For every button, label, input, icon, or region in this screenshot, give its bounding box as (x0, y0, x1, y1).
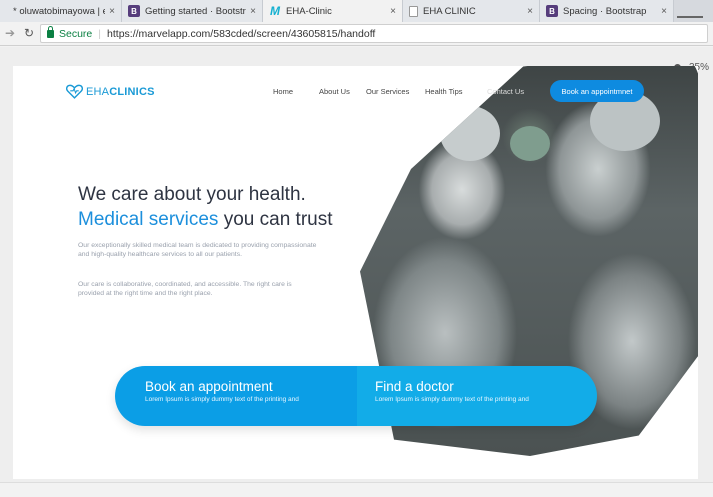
status-strip (0, 482, 713, 497)
find-doctor-card[interactable]: Find a doctor Lorem Ipsum is simply dumm… (357, 366, 597, 426)
close-icon[interactable]: × (109, 6, 115, 17)
headline-rest: you can trust (218, 209, 333, 230)
browser-tab-bar: * oluwatobimayowa | eHe × B Getting star… (0, 0, 713, 22)
find-doctor-subtitle: Lorem Ipsum is simply dummy text of the … (375, 396, 529, 403)
book-appointment-card[interactable]: Book an appointment Lorem Ipsum is simpl… (115, 366, 357, 426)
cta-band: Book an appointment Lorem Ipsum is simpl… (115, 366, 597, 426)
nav-our-services[interactable]: Our Services (366, 87, 409, 96)
lock-icon (47, 25, 54, 38)
tab-title: Getting started · Bootstrap (145, 5, 247, 17)
url-input[interactable]: Secure | https://marvelapp.com/583cded/s… (40, 24, 708, 43)
separator: | (98, 27, 102, 40)
nav-health-tips[interactable]: Health Tips (425, 87, 463, 96)
forward-arrow-icon[interactable]: ➔ (5, 26, 15, 40)
logo-text: EHACLINICS (86, 86, 155, 98)
logo-text-bold: CLINICS (109, 85, 155, 98)
tab-5[interactable]: B Spacing · Bootstrap × (540, 0, 674, 22)
hero-headline-2: Medical services you can trust (78, 209, 333, 231)
minimize-icon[interactable] (677, 4, 703, 18)
nav-home[interactable]: Home (273, 87, 293, 96)
tab-title: EHA-Clinic (286, 5, 332, 17)
hero-headline-1: We care about your health. (78, 184, 306, 205)
hero-paragraph-2: Our care is collaborative, coordinated, … (78, 281, 292, 297)
surgeon-cap (440, 106, 500, 161)
logo[interactable]: EHACLINICS (66, 84, 155, 99)
blank-icon (6, 5, 8, 17)
address-bar: ➔ ↻ Secure | https://marvelapp.com/583cd… (0, 22, 713, 46)
book-appointment-title: Book an appointment (145, 379, 273, 394)
page-viewport: 35% EHACLINICS Home About Us Our Service… (0, 47, 713, 497)
book-appointment-nav-button[interactable]: Book an appointmnet (550, 80, 644, 102)
tab-title: EHA CLINIC (423, 5, 476, 17)
tab-3[interactable]: M EHA-Clinic × (263, 0, 403, 22)
nav-about-us[interactable]: About Us (319, 87, 350, 96)
bootstrap-icon: B (546, 5, 558, 17)
headline-highlight: Medical services (78, 209, 219, 230)
hero-paragraph-1: Our exceptionally skilled medical team i… (78, 242, 317, 258)
reload-icon[interactable]: ↻ (24, 26, 34, 40)
surgeon-cap (510, 126, 550, 161)
secure-label: Secure (59, 27, 93, 40)
tab-title: * oluwatobimayowa | eHe (13, 5, 105, 17)
find-doctor-title: Find a doctor (375, 379, 454, 394)
close-icon[interactable]: × (250, 6, 256, 17)
tab-1[interactable]: * oluwatobimayowa | eHe × (0, 0, 122, 22)
book-appointment-subtitle: Lorem Ipsum is simply dummy text of the … (145, 396, 299, 403)
nav-contact-us[interactable]: Contact Us (487, 87, 524, 96)
bootstrap-icon: B (128, 5, 140, 17)
document-icon (409, 5, 418, 17)
heart-icon (66, 84, 83, 99)
close-icon[interactable]: × (527, 6, 533, 17)
url-text: https://marvelapp.com/583cded/screen/436… (107, 27, 376, 40)
tab-4[interactable]: EHA CLINIC × (403, 0, 540, 22)
close-icon[interactable]: × (661, 6, 667, 17)
design-artboard: EHACLINICS Home About Us Our Services He… (13, 66, 698, 479)
marvel-icon: M (270, 4, 280, 18)
tab-2[interactable]: B Getting started · Bootstrap × (122, 0, 263, 22)
logo-text-light: EHA (86, 85, 110, 98)
close-icon[interactable]: × (390, 6, 396, 17)
tab-title: Spacing · Bootstrap (563, 5, 647, 17)
